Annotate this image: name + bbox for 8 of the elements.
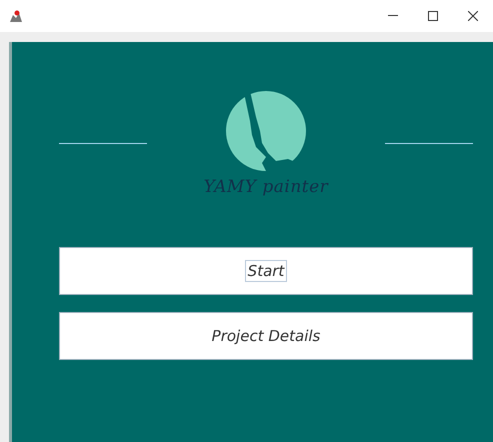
minimize-icon xyxy=(388,15,398,17)
maximize-icon xyxy=(428,11,438,21)
close-icon xyxy=(468,11,478,21)
paintbrush-logo-icon xyxy=(226,91,306,171)
menu-button[interactable]: Project Details xyxy=(59,312,473,360)
menu-button[interactable]: Start xyxy=(59,247,473,295)
app-icon xyxy=(9,9,23,23)
app-name: YAMY painter xyxy=(204,177,328,197)
